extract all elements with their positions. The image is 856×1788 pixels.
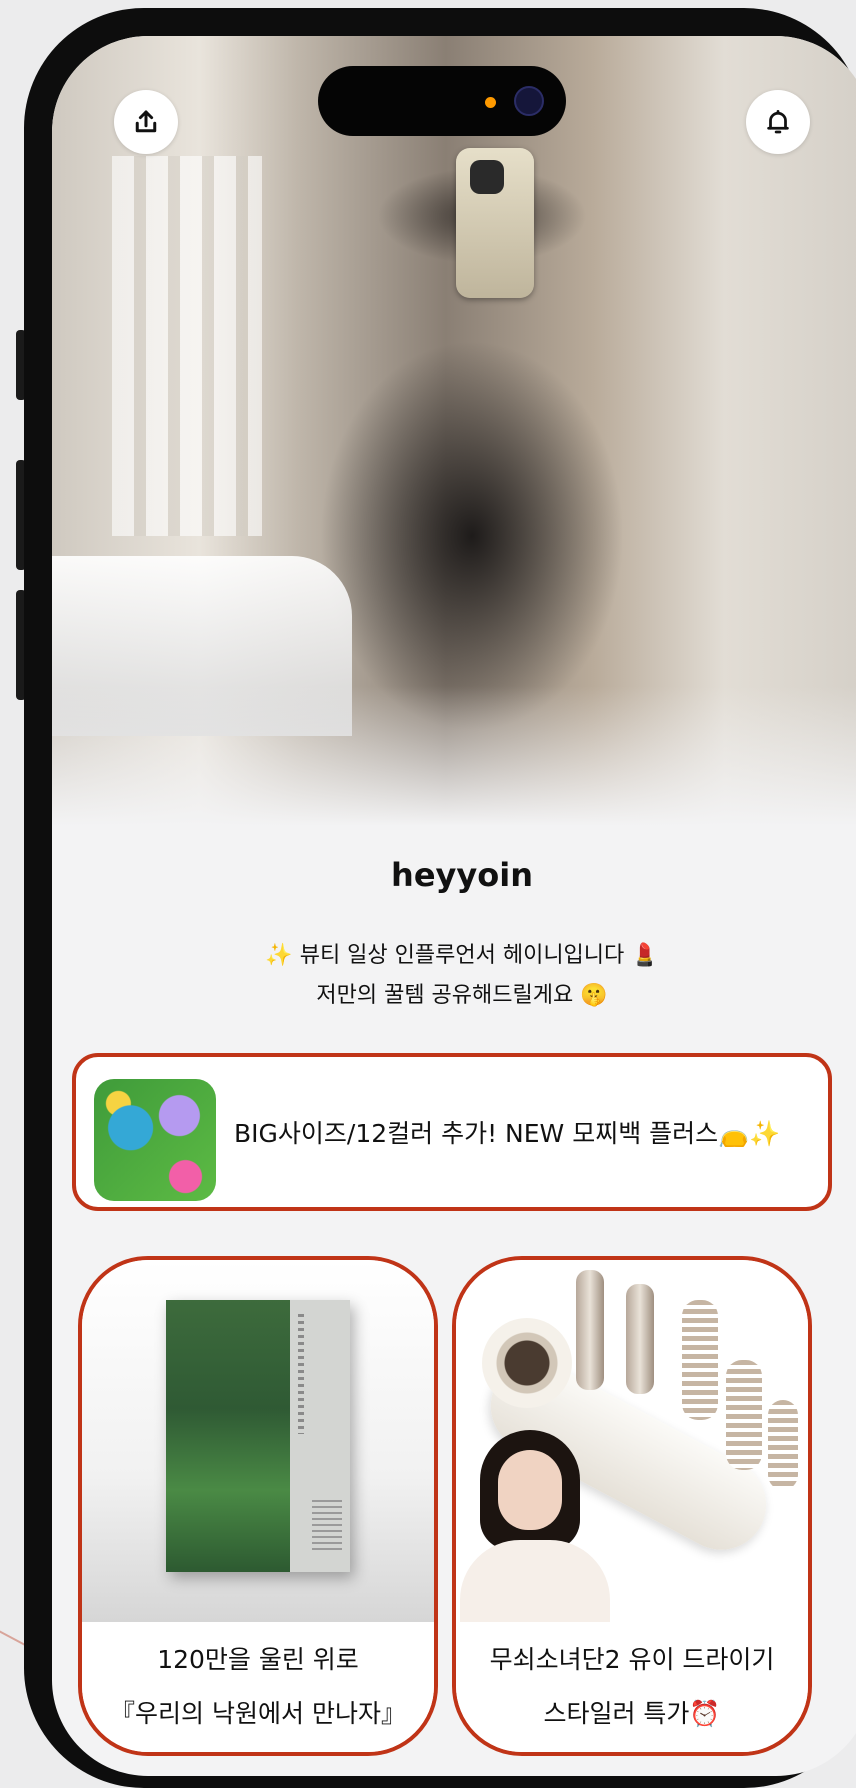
profile-name: heyyoin — [391, 856, 533, 894]
product-card-hair-dryer[interactable]: 무쇠소녀단2 유이 드라이기 스타일러 특가⏰ — [452, 1256, 812, 1756]
product-title-line-2: 스타일러 특가⏰ — [543, 1699, 721, 1728]
bio-line-2: 저만의 꿀템 공유해드릴게요 🤫 — [316, 983, 608, 1008]
front-camera-icon — [514, 86, 544, 116]
share-button[interactable] — [114, 90, 178, 154]
dryer-brush — [768, 1400, 798, 1490]
bio-line-1: ✨ 뷰티 일상 인플루언서 헤이니입니다 💄 — [265, 943, 659, 968]
notification-button[interactable] — [746, 90, 810, 154]
dryer-attachment — [626, 1284, 654, 1394]
book-cover-front — [166, 1300, 290, 1572]
product-image-hair-dryer — [456, 1260, 808, 1630]
share-upload-icon — [135, 110, 157, 133]
product-title-line-1: 무쇠소녀단2 유이 드라이기 — [489, 1645, 775, 1674]
book-cover-side — [290, 1300, 350, 1572]
product-caption-book: 120만을 울린 위로 『우리의 낙원에서 만나자』 — [82, 1622, 434, 1752]
profile-bio: ✨ 뷰티 일상 인플루언서 헤이니입니다 💄 저만의 꿀템 공유해드릴게요 🤫 — [52, 936, 856, 1016]
dynamic-island — [318, 66, 566, 136]
dryer-brush — [726, 1360, 762, 1470]
product-model — [460, 1430, 610, 1630]
dryer-brush — [682, 1300, 718, 1420]
featured-link-thumbnail — [94, 1079, 216, 1201]
phone-frame: heyyoin ✨ 뷰티 일상 인플루언서 헤이니입니다 💄 저만의 꿀템 공유… — [24, 8, 856, 1788]
cover-phone-camera — [470, 160, 504, 194]
camera-indicator-dot — [485, 97, 496, 108]
hair-dryer-head — [482, 1318, 572, 1408]
dryer-attachment — [576, 1270, 604, 1390]
featured-link-title: BIG사이즈/12컬러 추가! NEW 모찌백 플러스👝✨ — [234, 1119, 781, 1148]
bell-icon — [767, 110, 789, 134]
profile-cover-image — [52, 36, 856, 826]
cover-window-light — [112, 156, 262, 536]
model-body — [460, 1540, 610, 1630]
cover-fade — [52, 686, 856, 826]
featured-link-card[interactable]: BIG사이즈/12컬러 추가! NEW 모찌백 플러스👝✨ — [72, 1053, 832, 1211]
product-title-line-2: 『우리의 낙원에서 만나자』 — [110, 1699, 406, 1728]
model-face — [498, 1450, 562, 1530]
book-cover — [166, 1300, 350, 1572]
product-card-book[interactable]: 120만을 울린 위로 『우리의 낙원에서 만나자』 — [78, 1256, 438, 1756]
phone-screen: heyyoin ✨ 뷰티 일상 인플루언서 헤이니입니다 💄 저만의 꿀템 공유… — [52, 36, 856, 1776]
product-title-line-1: 120만을 울린 위로 — [157, 1645, 359, 1674]
product-image-book — [82, 1260, 434, 1622]
product-caption-hair-dryer: 무쇠소녀단2 유이 드라이기 스타일러 특가⏰ — [456, 1622, 808, 1752]
